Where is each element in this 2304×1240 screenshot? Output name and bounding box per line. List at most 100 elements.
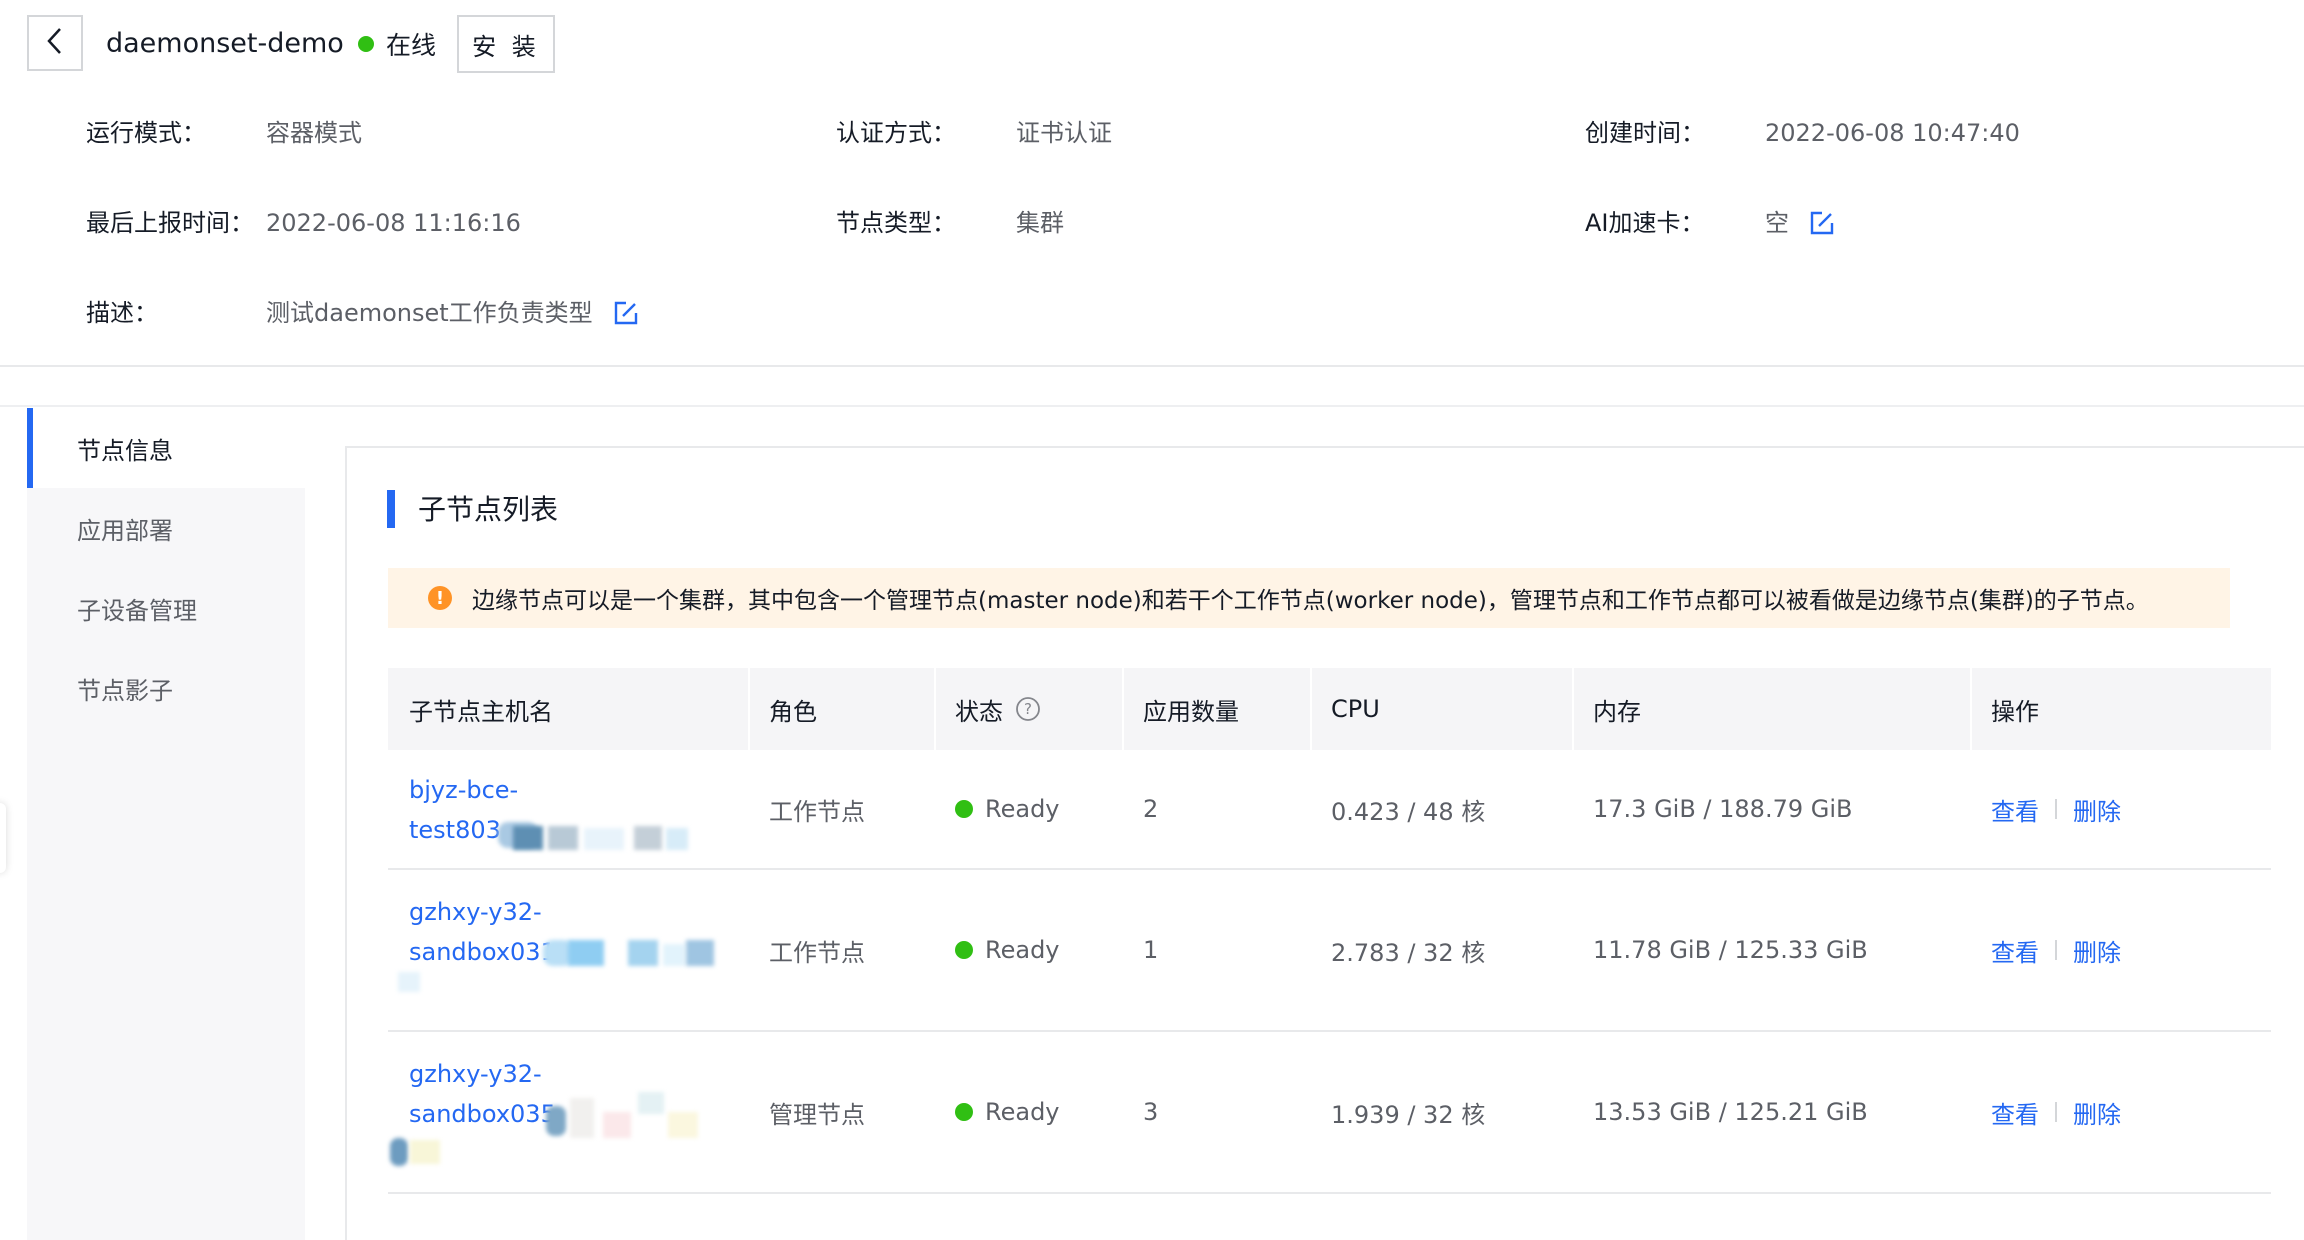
view-link[interactable]: 查看 [1991,933,2039,968]
divider [0,405,2304,407]
collapse-handle[interactable] [0,803,6,873]
column-header-status-label: 状态 [955,697,1003,726]
column-header-memory: 内存 [1593,697,1641,726]
table-header: 子节点主机名 角色 状态 ? 应用数量 CPU 内存 操作 [388,668,2271,750]
online-dot-icon [358,36,374,52]
help-icon[interactable]: ? [1015,696,1041,722]
install-button[interactable]: 安 装 [457,15,555,73]
column-header-app-count: 应用数量 [1143,697,1239,726]
description-label: 描述： [86,299,158,327]
hostname-link-line2[interactable]: sandbox031 [409,932,556,972]
memory-cell: 17.3 GiB / 188.79 GiB [1593,795,1853,823]
redacted-mask [663,944,685,966]
alert-text: 边缘节点可以是一个集群，其中包含一个管理节点(master node)和若干个工… [472,588,2149,614]
view-link[interactable]: 查看 [1991,1095,2039,1130]
ready-dot-icon [955,1103,973,1121]
warning-icon: ! [428,586,452,610]
node-type-label: 节点类型： [836,209,956,237]
status-cell: Ready [934,750,1060,868]
back-button[interactable] [27,15,83,71]
table-row: gzhxy-y32- sandbox035 管理节点 Ready 3 1.939… [388,1032,2271,1194]
run-mode-label: 运行模式： [86,119,206,147]
redacted-mask [568,940,604,966]
status-cell: Ready [934,1032,1060,1192]
node-detail-header: daemonset-demo 在线 安 装 运行模式： 容器模式 认证方式： 证… [0,0,2304,367]
memory-cell: 13.53 GiB / 125.21 GiB [1593,1098,1868,1126]
sidebar-item-device-management[interactable]: 子设备管理 [27,568,305,648]
action-divider [2055,1102,2057,1122]
ai-card-label: AI加速卡： [1585,209,1705,237]
chevron-left-icon [44,26,66,60]
redacted-mask [513,826,543,850]
redacted-mask [686,940,714,966]
created-time-label: 创建时间： [1585,119,1705,147]
redacted-mask [584,828,624,850]
action-divider [2055,940,2057,960]
column-header-actions: 操作 [1991,697,2039,726]
run-mode-value: 容器模式 [266,119,362,147]
redacted-mask [390,1138,408,1166]
redacted-mask [398,972,420,992]
table-row: bjyz-bce- test803 工作节点 Ready 2 0.423 / 4… [388,750,2271,870]
side-navigation: 节点信息 应用部署 子设备管理 节点影子 [27,408,305,1240]
ai-card-value: 空 [1765,209,1789,237]
hostname-link-line2[interactable]: sandbox035 [409,1094,556,1134]
hostname-link-line1[interactable]: gzhxy-y32- [409,892,542,932]
svg-text:?: ? [1024,700,1032,718]
delete-link[interactable]: 删除 [2073,792,2121,827]
description-field: 测试daemonset工作负责类型 [266,296,639,330]
status-cell: Ready [934,870,1060,1030]
ready-dot-icon [955,941,973,959]
column-header-role: 角色 [769,697,817,726]
action-divider [2055,799,2057,819]
hostname-link-line1[interactable]: bjyz-bce- [409,770,518,810]
column-header-cpu: CPU [1331,695,1380,723]
auth-method-value: 证书认证 [1016,119,1112,147]
redacted-mask [638,1092,664,1114]
role-cell: 管理节点 [769,1100,865,1129]
ready-dot-icon [955,800,973,818]
redacted-mask [570,1098,594,1138]
table-row: gzhxy-y32- sandbox031 工作节点 Ready 1 2.783… [388,870,2271,1032]
actions-cell: 查看 删除 [1970,1032,2121,1192]
node-type-value: 集群 [1016,209,1064,237]
memory-cell: 11.78 GiB / 125.33 GiB [1593,936,1868,964]
cpu-cell: 1.939 / 32 核 [1331,1100,1486,1129]
ai-card-field: 空 [1765,206,1835,240]
redacted-mask [410,1140,440,1164]
cpu-cell: 0.423 / 48 核 [1331,797,1486,826]
status-badge: 在线 [358,24,436,64]
role-cell: 工作节点 [769,797,865,826]
redacted-mask [628,940,658,966]
delete-link[interactable]: 删除 [2073,1095,2121,1130]
redacted-mask [666,828,688,850]
delete-link[interactable]: 删除 [2073,933,2121,968]
role-cell: 工作节点 [769,938,865,967]
last-report-label: 最后上报时间： [86,209,254,237]
sidebar-item-node-shadow[interactable]: 节点影子 [27,648,305,728]
description-value: 测试daemonset工作负责类型 [266,299,593,327]
page-title: daemonset-demo [106,28,344,59]
last-report-value: 2022-06-08 11:16:16 [266,209,521,237]
view-link[interactable]: 查看 [1991,792,2039,827]
column-header-status: 状态 ? [934,668,1122,750]
actions-cell: 查看 删除 [1970,750,2121,868]
redacted-mask [634,826,662,850]
sidebar-item-node-info[interactable]: 节点信息 [27,408,305,488]
redacted-mask [603,1112,631,1138]
status-value: Ready [985,795,1060,823]
app-count-cell: 1 [1143,936,1159,964]
hostname-link-line1[interactable]: gzhxy-y32- [409,1054,542,1094]
info-alert: ! 边缘节点可以是一个集群，其中包含一个管理节点(master node)和若干… [388,568,2230,628]
edit-ai-card-icon[interactable] [1809,210,1835,236]
actions-cell: 查看 删除 [1970,870,2121,1030]
created-time-value: 2022-06-08 10:47:40 [1765,119,2020,147]
edit-description-icon[interactable] [613,300,639,326]
sidebar-item-app-deploy[interactable]: 应用部署 [27,488,305,568]
hostname-link-line2[interactable]: test803 [409,810,501,850]
status-value: Ready [985,936,1060,964]
section-title-accent [387,490,395,528]
redacted-mask [668,1112,698,1138]
app-count-cell: 3 [1143,1098,1159,1126]
cpu-cell: 2.783 / 32 核 [1331,938,1486,967]
